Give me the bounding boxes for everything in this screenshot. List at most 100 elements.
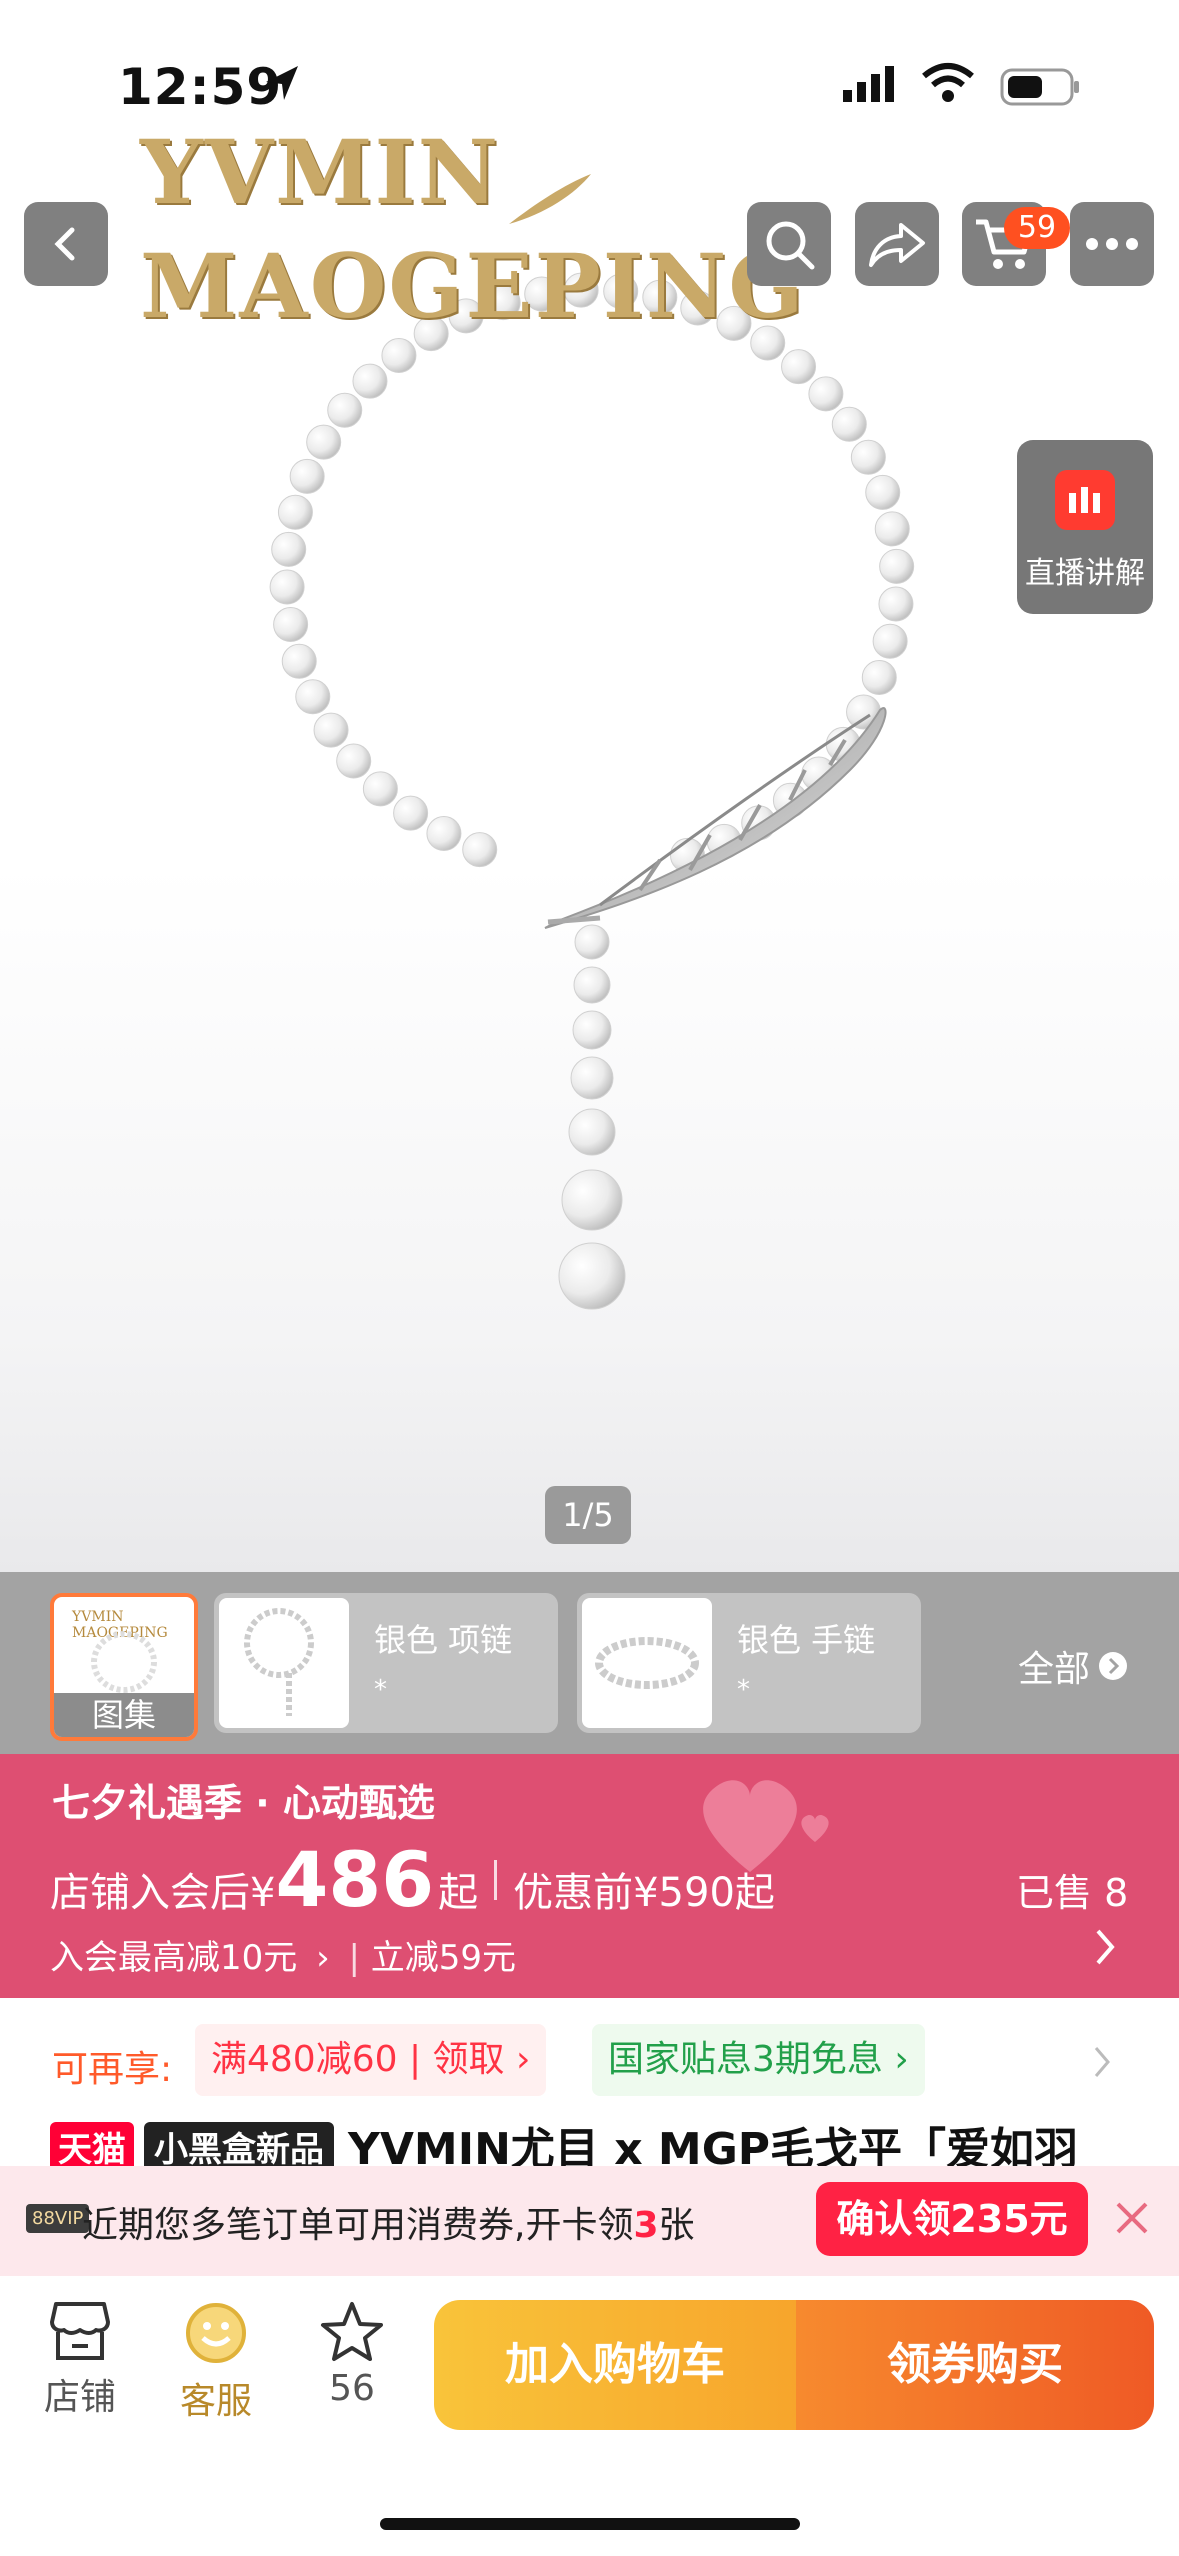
pearl: [874, 511, 910, 547]
pearl: [572, 1010, 612, 1050]
share-button[interactable]: [855, 202, 939, 286]
battery-icon: [1000, 68, 1079, 106]
new-product-tag: 小黑盒新品: [144, 2122, 334, 2170]
favorite-count: 56: [329, 2368, 375, 2409]
price-prefix: 店铺入会后¥: [50, 1870, 276, 1916]
pearl: [295, 679, 331, 715]
pearl: [327, 392, 363, 428]
product-hero-image[interactable]: 12:59 YVMIN MAOGEPING 59 直播讲解 1/5: [0, 0, 1179, 1572]
back-button[interactable]: [24, 202, 108, 286]
live-icon: [1055, 470, 1115, 530]
shop-label: 店铺: [43, 2377, 116, 2418]
notice-text: 近期您多笔订单可用消费券,开卡领3张: [82, 2196, 695, 2248]
service-tab[interactable]: 客服: [156, 2300, 276, 2424]
pearl: [306, 424, 342, 460]
pearl: [426, 816, 462, 852]
chevron-right-icon[interactable]: [1090, 1925, 1120, 1969]
pearl: [850, 439, 886, 475]
pearl: [281, 643, 317, 679]
favorite-tab[interactable]: 56: [292, 2300, 412, 2409]
search-icon: [766, 221, 815, 270]
notice-count: 3: [633, 2205, 659, 2246]
thumb-label: 图集: [54, 1693, 194, 1737]
all-variants-link[interactable]: 全部: [1018, 1640, 1128, 1692]
sold-count: 已售 8: [1016, 1871, 1129, 1915]
chevron-right-circle-icon: [1099, 1652, 1128, 1680]
promo-sub: 入会最高减10元 › | 立减59元: [50, 1938, 517, 1978]
price-suffix: 起: [438, 1870, 479, 1916]
variant-bracelet-image: [582, 1598, 712, 1728]
pearl: [872, 623, 908, 659]
brand-right: MAOGEPING: [140, 233, 806, 338]
variant-item-bracelet[interactable]: 银色 手链 *: [577, 1593, 921, 1733]
home-indicator: [380, 2518, 800, 2530]
pearl: [831, 406, 867, 442]
store-icon: [50, 2302, 110, 2360]
pearl: [808, 376, 844, 412]
shop-tab[interactable]: 店铺: [20, 2300, 140, 2420]
product-title: YVMIN尤目 x MGP毛戈平「爱如羽: [348, 2124, 1079, 2170]
variant-necklace-image: [219, 1598, 349, 1728]
cart-count-badge: 59: [1004, 207, 1070, 249]
coupon-claim-button[interactable]: 满480减60 | 领取 ›: [195, 2024, 547, 2096]
coupon-label: 可再享:: [52, 2049, 173, 2090]
pearl: [879, 548, 915, 584]
thumb-necklace-image: [91, 1631, 157, 1693]
pearl: [574, 924, 610, 960]
pearl: [289, 458, 325, 494]
confirm-claim-button[interactable]: 确认领235元: [816, 2182, 1088, 2256]
variant-name: 银色 项链: [374, 1621, 513, 1659]
live-explain-button[interactable]: 直播讲解: [1017, 440, 1153, 614]
claim-and-buy-button[interactable]: 领券购买: [796, 2300, 1154, 2430]
more-dots-icon: [1086, 238, 1138, 250]
coupon-green-text: 国家贴息3期免息: [608, 2039, 883, 2080]
share-icon: [869, 223, 925, 267]
pearl: [865, 474, 901, 510]
brand-left: YVMIN: [140, 120, 501, 224]
pearl: [352, 363, 388, 399]
pearl: [271, 531, 307, 567]
variant-gallery-thumb[interactable]: YVMIN MAOGEPING 图集: [50, 1593, 198, 1741]
pearl: [381, 337, 417, 373]
coupon-red-text: 满480减60 | 领取: [211, 2039, 505, 2080]
more-button[interactable]: [1070, 202, 1154, 286]
wifi-icon: [922, 63, 974, 102]
member-price: 486: [275, 1835, 435, 1924]
variant-name: 银色 手链: [737, 1621, 876, 1659]
add-to-cart-button[interactable]: 加入购物车: [434, 2300, 796, 2430]
search-button[interactable]: [747, 202, 831, 286]
chevron-left-icon: [54, 227, 75, 261]
live-label: 直播讲解: [1025, 556, 1145, 591]
variant-item-necklace[interactable]: 银色 项链 *: [214, 1593, 558, 1733]
promo-title: 七夕礼遇季 · 心动甄选: [52, 1781, 435, 1825]
cellular-signal-icon: [843, 66, 894, 102]
pearl: [273, 607, 309, 643]
close-icon[interactable]: [1112, 2198, 1152, 2238]
service-label: 客服: [179, 2381, 252, 2422]
status-time: 12:59: [118, 58, 283, 116]
chevron-right-icon[interactable]: [1090, 2044, 1114, 2080]
pearl: [336, 743, 372, 779]
notice-text-before: 近期您多笔订单可用消费券,开卡领: [82, 2205, 634, 2246]
pearl: [570, 1056, 614, 1100]
original-price: 优惠前¥590起: [513, 1870, 775, 1916]
all-variants-label: 全部: [1018, 1649, 1091, 1690]
vip-tag: 88VIP: [26, 2204, 90, 2233]
feather-logo-icon: [509, 173, 592, 224]
notice-text-after: 张: [658, 2205, 695, 2246]
variant-sub: *: [737, 1675, 750, 1705]
pearl: [561, 1169, 623, 1231]
gallery-page-indicator: 1/5: [545, 1486, 631, 1544]
price-row: 店铺入会后¥ 486 起 优惠前¥590起: [50, 1835, 775, 1924]
variant-sub: *: [374, 1675, 387, 1705]
promo-sub-discount: 立减59元: [370, 1938, 517, 1978]
pearl: [269, 569, 305, 605]
pearl: [277, 494, 313, 530]
price-divider: [494, 1859, 498, 1900]
product-title-row: 天猫 小黑盒新品 YVMIN尤目 x MGP毛戈平「爱如羽: [50, 2122, 1078, 2170]
pearl: [558, 1242, 626, 1310]
pearl: [362, 771, 398, 807]
installment-coupon[interactable]: 国家贴息3期免息 ›: [592, 2024, 925, 2096]
pearl: [313, 712, 349, 748]
customer-service-icon: [186, 2303, 246, 2363]
